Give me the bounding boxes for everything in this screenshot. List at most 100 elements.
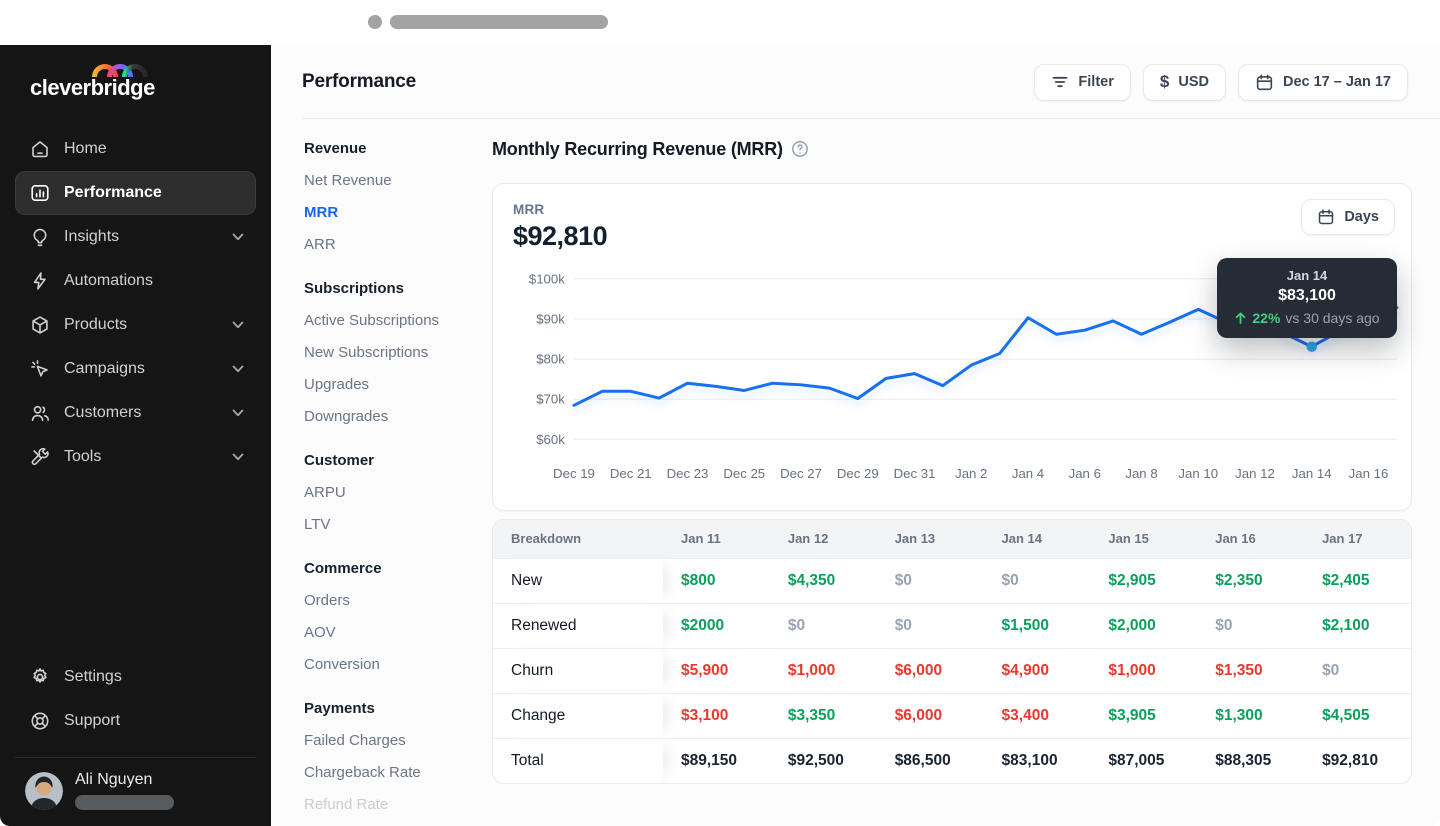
x-axis-tick: Jan 6 bbox=[1069, 466, 1101, 481]
subnav-item-new-subscriptions[interactable]: New Subscriptions bbox=[304, 337, 492, 369]
table-cell: $0 bbox=[1304, 648, 1411, 693]
table-cell: $2,350 bbox=[1197, 558, 1304, 603]
insights-icon bbox=[29, 226, 51, 248]
subnav-item-aov[interactable]: AOV bbox=[304, 617, 492, 649]
y-axis-tick: $60k bbox=[536, 432, 565, 447]
table-row-total: Total$89,150$92,500$86,500$83,100$87,005… bbox=[493, 738, 1411, 783]
subnav-item-failed-charges[interactable]: Failed Charges bbox=[304, 725, 492, 757]
subnav-item-ltv[interactable]: LTV bbox=[304, 509, 492, 541]
table-cell: $1,500 bbox=[984, 603, 1091, 648]
subnav-item-upgrades[interactable]: Upgrades bbox=[304, 369, 492, 401]
sidebar-item-campaigns[interactable]: Campaigns bbox=[15, 347, 256, 391]
header-actions: Filter $ USD Dec 17 – Jan 17 bbox=[1034, 64, 1408, 101]
row-label: Churn bbox=[493, 648, 663, 693]
chevron-down-icon bbox=[232, 409, 244, 417]
y-axis-tick: $80k bbox=[536, 352, 565, 367]
x-axis-tick: Dec 31 bbox=[894, 466, 936, 481]
sidebar-item-insights[interactable]: Insights bbox=[15, 215, 256, 259]
sidebar-item-label: Customers bbox=[64, 404, 141, 422]
sidebar-item-label: Insights bbox=[64, 228, 119, 246]
chevron-down-icon bbox=[232, 321, 244, 329]
kpi: MRR $92,810 bbox=[513, 202, 1391, 252]
subnav-item-arr[interactable]: ARR bbox=[304, 229, 492, 261]
filter-button[interactable]: Filter bbox=[1034, 64, 1130, 101]
cleverbridge-logo[interactable]: cleverbridge bbox=[30, 62, 271, 101]
x-axis-tick: Jan 8 bbox=[1125, 466, 1157, 481]
table-cell: $4,350 bbox=[770, 558, 877, 603]
table-cell: $4,900 bbox=[984, 648, 1091, 693]
table-cell: $5,900 bbox=[663, 648, 770, 693]
user-profile[interactable]: Ali Nguyen bbox=[0, 758, 271, 826]
subnav-item-net-revenue[interactable]: Net Revenue bbox=[304, 165, 492, 197]
date-range-button[interactable]: Dec 17 – Jan 17 bbox=[1238, 64, 1408, 101]
subnav-section-title: Commerce bbox=[304, 553, 492, 585]
row-label: New bbox=[493, 558, 663, 603]
highlighted-data-point[interactable] bbox=[1306, 342, 1317, 352]
subnav-item-arpu[interactable]: ARPU bbox=[304, 477, 492, 509]
avatar bbox=[25, 772, 63, 810]
table-column-header: Jan 15 bbox=[1090, 520, 1197, 558]
table-cell: $2,000 bbox=[1090, 603, 1197, 648]
table-row-new: New$800$4,350$0$0$2,905$2,350$2,405 bbox=[493, 558, 1411, 603]
table-cell: $88,305 bbox=[1197, 738, 1304, 783]
subnav-item-mrr[interactable]: MRR bbox=[304, 197, 492, 229]
sidebar-item-customers[interactable]: Customers bbox=[15, 391, 256, 435]
sidebar-footer-nav: Settings Support bbox=[0, 655, 271, 743]
table-cell: $800 bbox=[663, 558, 770, 603]
sidebar-item-tools[interactable]: Tools bbox=[15, 435, 256, 479]
subnav-item-conversion[interactable]: Conversion bbox=[304, 649, 492, 681]
arrow-up-icon bbox=[1234, 311, 1247, 325]
sidebar-item-support[interactable]: Support bbox=[15, 699, 256, 743]
table-cell: $2,100 bbox=[1304, 603, 1411, 648]
sidebar-item-settings[interactable]: Settings bbox=[15, 655, 256, 699]
subnav-item-downgrades[interactable]: Downgrades bbox=[304, 401, 492, 433]
table-column-header: Jan 17 bbox=[1304, 520, 1411, 558]
table-cell: $2000 bbox=[663, 603, 770, 648]
table-cell: $0 bbox=[877, 603, 984, 648]
table-cell: $1,000 bbox=[1090, 648, 1197, 693]
subnav-section-title: Payments bbox=[304, 693, 492, 725]
table-cell: $1,350 bbox=[1197, 648, 1304, 693]
y-axis-tick: $70k bbox=[536, 392, 565, 407]
user-meta: Ali Nguyen bbox=[75, 771, 174, 810]
products-icon bbox=[29, 314, 51, 336]
kpi-value: $92,810 bbox=[513, 221, 1391, 252]
sidebar-nav: HomePerformance Insights Automations Produc… bbox=[0, 127, 271, 479]
sidebar-item-products[interactable]: Products bbox=[15, 303, 256, 347]
sidebar-item-label: Support bbox=[64, 712, 120, 730]
subnav-section-title: Subscriptions bbox=[304, 273, 492, 305]
sidebar-item-automations[interactable]: Automations bbox=[15, 259, 256, 303]
table-cell: $1,300 bbox=[1197, 693, 1304, 738]
table-cell: $2,405 bbox=[1304, 558, 1411, 603]
table-header-row: BreakdownJan 11Jan 12Jan 13Jan 14Jan 15J… bbox=[493, 520, 1411, 558]
home-icon bbox=[29, 138, 51, 160]
metric-heading: Monthly Recurring Revenue (MRR) bbox=[492, 139, 783, 160]
table-column-header: Jan 13 bbox=[877, 520, 984, 558]
table-column-header: Breakdown bbox=[493, 520, 663, 558]
sidebar-item-label: Automations bbox=[64, 272, 153, 290]
subnav-item-active-subscriptions[interactable]: Active Subscriptions bbox=[304, 305, 492, 337]
page-header: Performance Filter $ USD Dec 17 – Jan 17 bbox=[271, 45, 1440, 119]
tooltip-value: $83,100 bbox=[1229, 287, 1385, 305]
subnav-section-payments: PaymentsFailed ChargesChargeback RateRef… bbox=[304, 693, 492, 821]
granularity-button[interactable]: Days bbox=[1301, 199, 1395, 235]
sidebar-item-performance[interactable]: Performance bbox=[15, 171, 256, 215]
chevron-down-icon bbox=[232, 233, 244, 241]
tooltip-delta: 22% vs 30 days ago bbox=[1229, 310, 1385, 326]
currency-button[interactable]: $ USD bbox=[1143, 64, 1226, 101]
sidebar: cleverbridge HomePerformance Insights Auto… bbox=[0, 45, 271, 826]
subnav-section-customer: CustomerARPULTV bbox=[304, 445, 492, 541]
subnav-item-orders[interactable]: Orders bbox=[304, 585, 492, 617]
help-icon[interactable] bbox=[791, 140, 809, 158]
y-axis-tick: $100k bbox=[529, 271, 565, 286]
subnav-item-refund-rate[interactable]: Refund Rate bbox=[304, 789, 492, 821]
calendar-icon bbox=[1317, 208, 1335, 226]
sidebar-item-home[interactable]: Home bbox=[15, 127, 256, 171]
y-axis-tick: $90k bbox=[536, 312, 565, 327]
content: RevenueNet RevenueMRRARRSubscriptionsAct… bbox=[271, 119, 1440, 826]
table-cell: $86,500 bbox=[877, 738, 984, 783]
x-axis-tick: Dec 29 bbox=[837, 466, 879, 481]
x-axis-tick: Jan 4 bbox=[1012, 466, 1044, 481]
performance-icon bbox=[29, 182, 51, 204]
subnav-item-chargeback-rate[interactable]: Chargeback Rate bbox=[304, 757, 492, 789]
